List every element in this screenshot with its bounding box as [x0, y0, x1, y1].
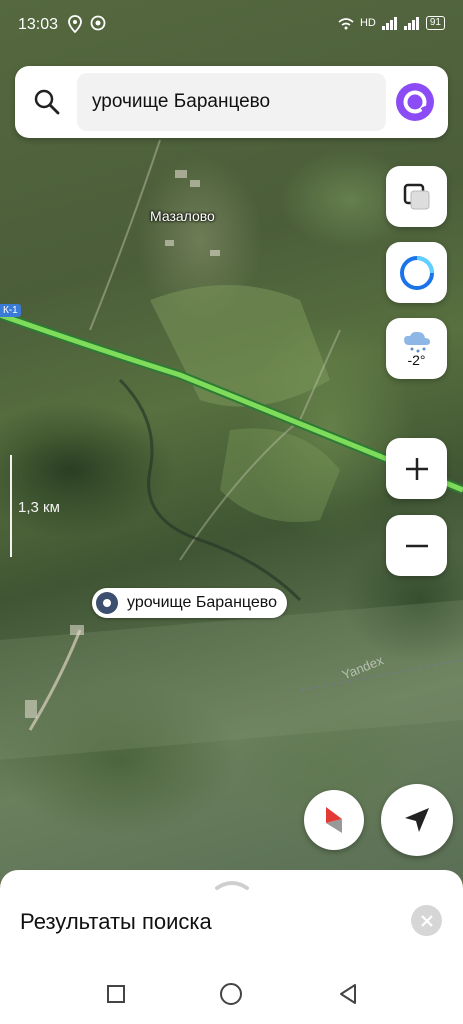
circle-icon — [220, 983, 242, 1005]
signal-icon — [381, 16, 397, 30]
my-location-button[interactable] — [381, 784, 453, 856]
minus-icon — [405, 544, 428, 547]
sheet-close-button[interactable] — [411, 905, 442, 936]
wifi-icon — [338, 17, 354, 29]
plus-icon — [405, 457, 428, 480]
status-time: 13:03 — [18, 16, 59, 33]
status-bar: 13:03 HD 91 — [0, 0, 463, 50]
battery-indicator: 91 — [425, 16, 445, 30]
back-button[interactable] — [336, 982, 360, 1006]
search-bar: урочище Баранцево — [15, 66, 448, 138]
bottom-sheet[interactable]: Результаты поиска — [0, 870, 463, 964]
alice-button[interactable] — [386, 242, 447, 303]
road-tag: К-1 — [0, 304, 21, 317]
home-button[interactable] — [219, 982, 243, 1006]
record-icon — [90, 15, 106, 31]
weather-widget[interactable]: -2° — [386, 318, 447, 379]
search-input[interactable]: урочище Баранцево — [77, 73, 386, 131]
alice-ring-icon — [399, 255, 434, 290]
scale-bar — [10, 455, 12, 557]
network-type: HD — [359, 17, 376, 29]
layers-icon — [403, 183, 429, 209]
poi-label: урочище Баранцево — [127, 594, 277, 611]
chevron-up-icon[interactable] — [215, 878, 249, 890]
compass-button[interactable] — [304, 790, 364, 850]
layers-button[interactable] — [386, 166, 447, 227]
sheet-title: Результаты поиска — [20, 909, 212, 934]
status-right-icons: HD 91 — [338, 16, 445, 30]
recents-button[interactable] — [104, 982, 128, 1006]
square-icon — [107, 985, 125, 1003]
scale-label: 1,3 км — [18, 499, 60, 516]
system-nav-bar — [0, 964, 463, 1024]
poi-pin-icon — [96, 592, 118, 614]
search-icon[interactable] — [33, 88, 61, 116]
zoom-out-button[interactable] — [386, 515, 447, 576]
poi-marker[interactable]: урочище Баранцево — [92, 588, 287, 618]
signal-icon-2 — [403, 16, 419, 30]
alice-voice-assistant-icon[interactable] — [395, 82, 435, 122]
location-icon — [68, 15, 82, 33]
weather-temperature: -2° — [407, 351, 426, 368]
compass-icon — [326, 807, 342, 833]
triangle-back-icon — [340, 984, 356, 1004]
status-left-icons — [68, 15, 106, 33]
zoom-in-button[interactable] — [386, 438, 447, 499]
close-icon — [420, 914, 433, 927]
snow-cloud-icon — [403, 331, 430, 352]
navigation-arrow-icon — [405, 808, 429, 832]
map-place-label: Мазалово — [150, 208, 215, 224]
